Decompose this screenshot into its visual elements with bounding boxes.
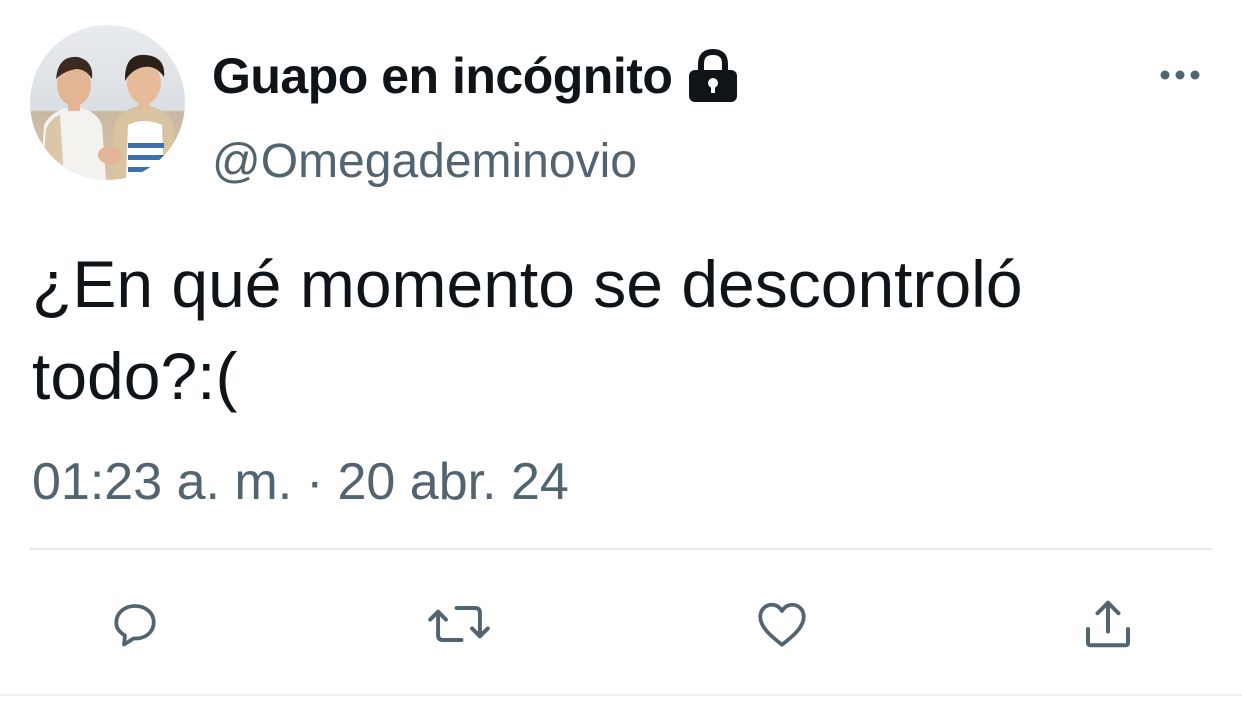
lock-icon [686, 48, 740, 104]
display-name[interactable]: Guapo en incógnito [212, 47, 673, 105]
retweet-icon [428, 606, 490, 642]
tweet-time[interactable]: 01:23 a. m. [32, 452, 292, 512]
tweet: Guapo en incógnito @Omegademinovio ¿En q… [0, 0, 1242, 714]
tweet-date[interactable]: 20 abr. 24 [337, 452, 568, 512]
display-name-row: Guapo en incógnito [212, 44, 740, 108]
avatar[interactable] [30, 25, 185, 180]
retweet-button[interactable] [427, 592, 491, 656]
more-icon [1160, 70, 1200, 80]
bottom-divider [0, 694, 1242, 696]
timestamp-separator: · [306, 453, 324, 511]
like-button[interactable] [750, 592, 814, 656]
share-icon [1086, 600, 1130, 648]
divider [30, 548, 1212, 550]
avatar-image [30, 25, 185, 180]
user-handle[interactable]: @Omegademinovio [212, 134, 637, 189]
reply-icon [114, 604, 156, 647]
more-button[interactable] [1154, 58, 1206, 92]
tweet-text: ¿En qué momento se descontroló todo?:( [32, 247, 1041, 413]
tweet-timestamp: 01:23 a. m. · 20 abr. 24 [32, 452, 569, 512]
share-button[interactable] [1076, 592, 1140, 656]
heart-icon [758, 602, 806, 647]
reply-button[interactable] [103, 592, 167, 656]
